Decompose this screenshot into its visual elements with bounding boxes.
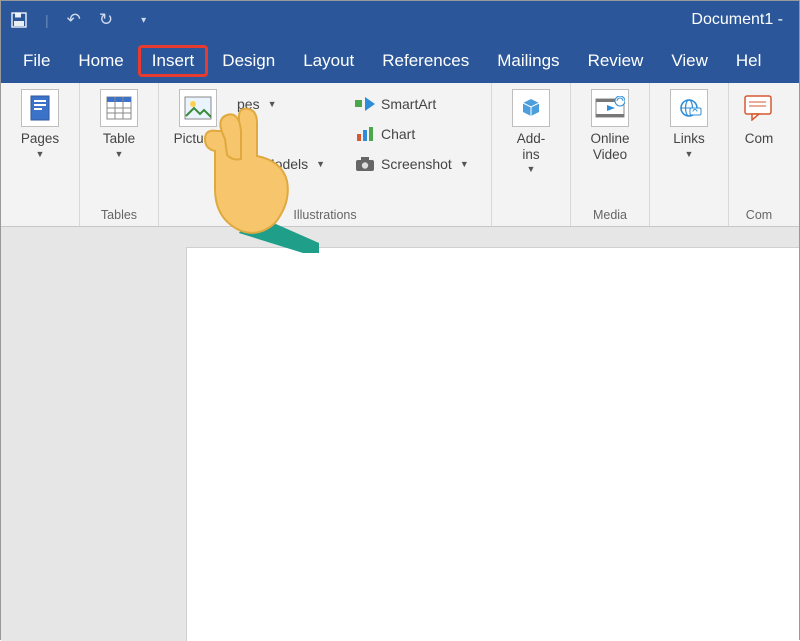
group-comments-label: Com (746, 206, 772, 224)
tab-view[interactable]: View (657, 45, 722, 77)
chevron-down-icon: ▼ (527, 164, 536, 174)
divider: | (45, 12, 49, 28)
table-button[interactable]: Table ▼ (88, 89, 150, 159)
save-icon[interactable] (11, 12, 27, 28)
comment-icon (740, 89, 778, 127)
illustrations-col2: SmartArt Chart Screenshot▼ (355, 89, 483, 177)
screenshot-button[interactable]: Screenshot▼ (355, 151, 483, 177)
tab-design[interactable]: Design (208, 45, 289, 77)
addins-icon (512, 89, 550, 127)
group-illustrations-label: Illustrations (293, 206, 356, 224)
redo-icon[interactable]: ↻ (99, 10, 113, 30)
group-tables-label: Tables (101, 206, 137, 224)
pictures-icon (179, 89, 217, 127)
ribbon-tabs: File Home Insert Design Layout Reference… (1, 39, 799, 83)
group-illustrations: Pictures pes▼ Models▼ SmartArt Chart (159, 83, 492, 226)
tab-file[interactable]: File (9, 45, 64, 77)
online-video-button[interactable]: Online Video (579, 89, 641, 162)
pages-icon (21, 89, 59, 127)
tab-help[interactable]: Hel (722, 45, 776, 77)
models-button[interactable]: Models▼ (237, 151, 347, 177)
chevron-down-icon: ▼ (268, 99, 277, 109)
chevron-down-icon: ▼ (316, 159, 325, 169)
pages-button[interactable]: Pages ▼ (9, 89, 71, 159)
illustrations-col1: pes▼ Models▼ (237, 89, 347, 177)
document-workspace (1, 227, 799, 641)
ribbon: Pages ▼ Table ▼ Tables Pictures (1, 83, 799, 227)
tab-home[interactable]: Home (64, 45, 137, 77)
title-bar: | ↶ ↻ ▾ Document1 - (1, 1, 799, 39)
tab-layout[interactable]: Layout (289, 45, 368, 77)
smartart-icon (355, 95, 375, 113)
cube-icon (237, 155, 257, 173)
chevron-down-icon: ▼ (36, 149, 45, 159)
group-pages: Pages ▼ (1, 83, 80, 226)
group-media: Online Video Media (571, 83, 650, 226)
comment-button[interactable]: Com (737, 89, 781, 147)
document-page[interactable] (186, 247, 799, 641)
comment-label: Com (745, 131, 774, 147)
camera-icon (355, 155, 375, 173)
tab-review[interactable]: Review (574, 45, 658, 77)
shapes-button[interactable]: pes▼ (237, 91, 347, 117)
online-video-label: Online Video (590, 131, 629, 162)
group-media-label: Media (593, 206, 627, 224)
quick-access-toolbar: | ↶ ↻ ▾ (11, 10, 146, 30)
group-addins: Add- ins ▼ (492, 83, 571, 226)
links-label: Links (673, 131, 705, 147)
group-links: Links ▼ (650, 83, 729, 226)
tab-references[interactable]: References (368, 45, 483, 77)
smartart-button[interactable]: SmartArt (355, 91, 483, 117)
group-pages-label (38, 206, 41, 224)
document-title: Document1 - (146, 11, 789, 29)
chevron-down-icon: ▼ (685, 149, 694, 159)
chevron-down-icon: ▼ (115, 149, 124, 159)
table-icon (100, 89, 138, 127)
group-tables: Table ▼ Tables (80, 83, 159, 226)
chevron-down-icon: ▼ (460, 159, 469, 169)
group-links-label (687, 206, 690, 224)
tab-insert[interactable]: Insert (138, 45, 209, 77)
pictures-button[interactable]: Pictures (167, 89, 229, 147)
pictures-label: Pictures (174, 131, 223, 147)
group-comments: Com Com (729, 83, 789, 226)
addins-button[interactable]: Add- ins ▼ (500, 89, 562, 174)
group-addins-label (529, 206, 532, 224)
page-gutter (1, 227, 186, 641)
link-icon (670, 89, 708, 127)
pages-label: Pages (21, 131, 59, 147)
video-icon (591, 89, 629, 127)
chart-icon (355, 125, 375, 143)
chart-button[interactable]: Chart (355, 121, 483, 147)
undo-icon[interactable]: ↶ (67, 10, 81, 30)
table-label: Table (103, 131, 135, 147)
addins-label: Add- ins (517, 131, 546, 162)
links-button[interactable]: Links ▼ (658, 89, 720, 159)
tab-mailings[interactable]: Mailings (483, 45, 573, 77)
